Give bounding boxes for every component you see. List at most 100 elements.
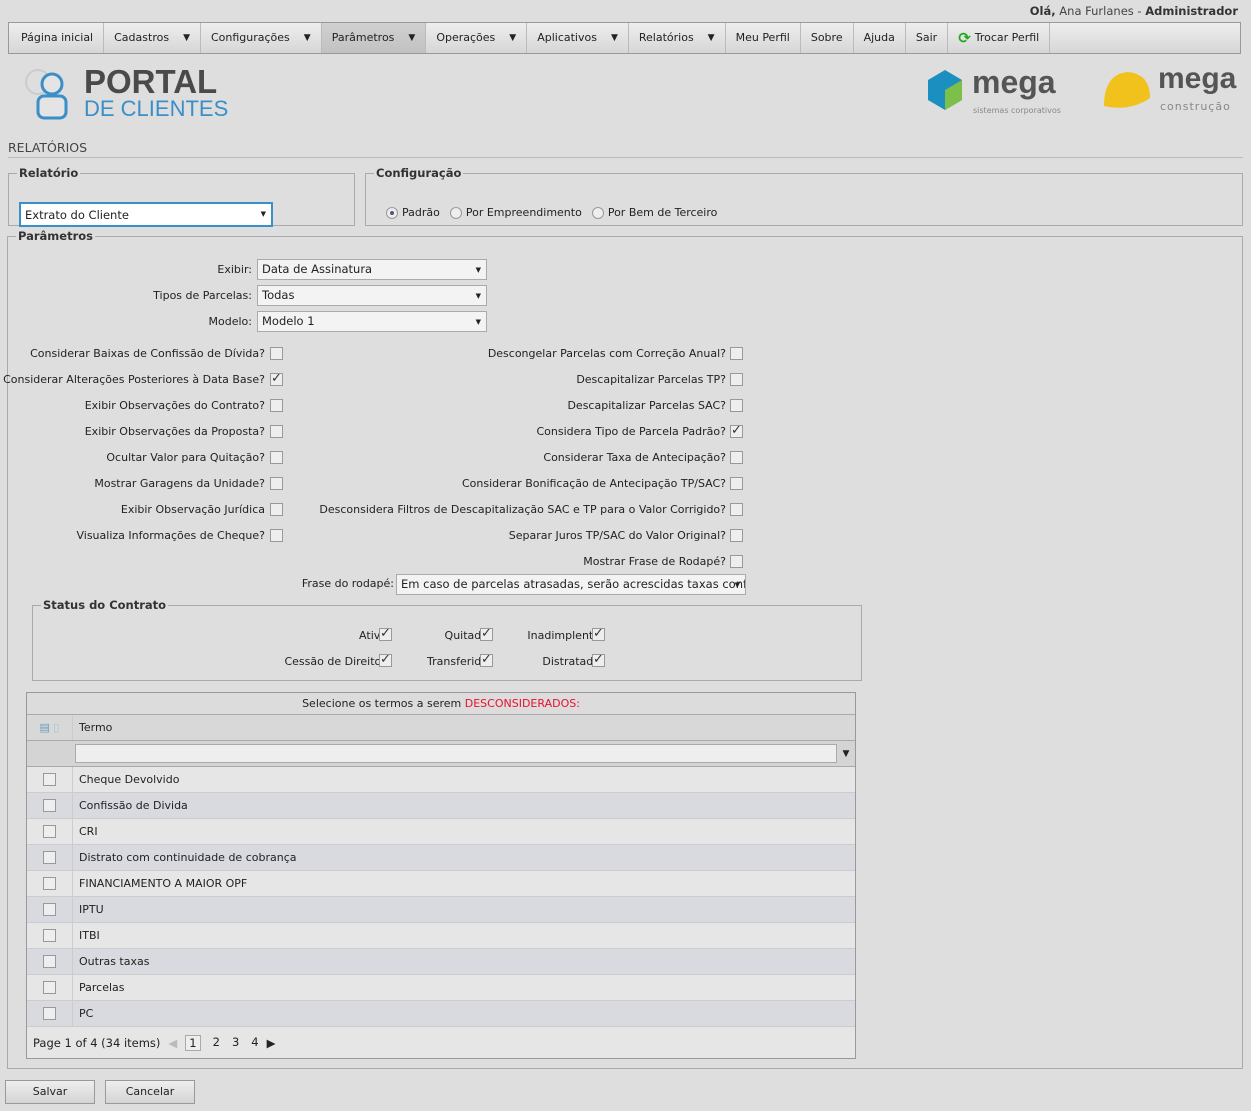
row-checkbox[interactable] xyxy=(43,981,56,994)
row-checkbox[interactable] xyxy=(43,903,56,916)
caption-text: Selecione os termos a serem xyxy=(302,697,465,710)
nav-item-7[interactable]: Meu Perfil xyxy=(726,23,801,53)
nav-item-8[interactable]: Sobre xyxy=(801,23,854,53)
nav-item-5[interactable]: Aplicativos ▼ xyxy=(527,23,629,53)
left-option-checkbox[interactable] xyxy=(270,425,283,438)
footer-phrase-input[interactable]: Em caso de parcelas atrasadas, serão acr… xyxy=(396,574,746,595)
table-row[interactable]: PC xyxy=(27,1001,855,1027)
row-checkbox-cell[interactable] xyxy=(27,923,73,948)
row-checkbox-cell[interactable] xyxy=(27,767,73,792)
row-checkbox[interactable] xyxy=(43,929,56,942)
radio-icon[interactable] xyxy=(386,206,398,219)
next-page-icon[interactable]: ▶ xyxy=(267,1036,276,1050)
config-radio-1[interactable]: Por Empreendimento xyxy=(449,206,582,219)
right-option-label: Descapitalizar Parcelas SAC? xyxy=(567,399,726,412)
status-checkbox[interactable]: ✓ xyxy=(592,627,605,641)
param-select-2[interactable]: Modelo 1 xyxy=(257,311,487,332)
row-checkbox[interactable] xyxy=(43,1007,56,1020)
row-checkbox-cell[interactable] xyxy=(27,793,73,818)
table-row[interactable]: Cheque Devolvido xyxy=(27,767,855,793)
filter-input[interactable] xyxy=(75,744,837,763)
column-termo[interactable]: Termo xyxy=(73,721,112,734)
right-option-checkbox[interactable] xyxy=(730,555,743,568)
nav-label: Cadastros xyxy=(114,31,170,44)
table-row[interactable]: ITBI xyxy=(27,923,855,949)
radio-label: Padrão xyxy=(402,206,440,219)
page-link[interactable]: 3 xyxy=(232,1035,239,1051)
left-option-checkbox[interactable]: ✓ xyxy=(270,372,283,386)
row-checkbox[interactable] xyxy=(43,825,56,838)
row-checkbox-cell[interactable] xyxy=(27,949,73,974)
mega-wordmark: mega xyxy=(972,64,1056,100)
right-option-checkbox[interactable]: ✓ xyxy=(730,424,743,438)
filter-icon[interactable]: ▼ xyxy=(837,749,855,759)
hard-hat-icon xyxy=(1104,72,1150,108)
table-row[interactable]: Distrato com continuidade de cobrança xyxy=(27,845,855,871)
right-option-checkbox[interactable] xyxy=(730,503,743,516)
relatorio-fieldset: Relatório Extrato do Cliente xyxy=(8,166,355,227)
right-option-checkbox[interactable] xyxy=(730,399,743,412)
row-checkbox-cell[interactable] xyxy=(27,1001,73,1026)
row-checkbox-cell[interactable] xyxy=(27,819,73,844)
left-option-label: Visualiza Informações de Cheque? xyxy=(76,529,265,542)
left-option-checkbox[interactable] xyxy=(270,503,283,516)
left-option-checkbox[interactable] xyxy=(270,529,283,542)
page-title: RELATÓRIOS xyxy=(8,140,88,155)
left-option-checkbox[interactable] xyxy=(270,451,283,464)
row-checkbox[interactable] xyxy=(43,877,56,890)
prev-page-icon[interactable]: ◀ xyxy=(168,1036,177,1050)
config-radio-0[interactable]: Padrão xyxy=(386,206,440,219)
param-select-1[interactable]: Todas xyxy=(257,285,487,306)
row-checkbox-cell[interactable] xyxy=(27,897,73,922)
left-option-checkbox[interactable] xyxy=(270,399,283,412)
table-row[interactable]: IPTU xyxy=(27,897,855,923)
unselect-icon[interactable]: ▯ xyxy=(53,721,59,734)
greeting: Olá, xyxy=(1029,4,1056,18)
nav-item-9[interactable]: Ajuda xyxy=(854,23,906,53)
right-option-checkbox[interactable] xyxy=(730,529,743,542)
right-option-checkbox[interactable] xyxy=(730,451,743,464)
nav-item-3[interactable]: Parâmetros ▼ xyxy=(321,23,427,53)
row-checkbox[interactable] xyxy=(43,799,56,812)
left-option-checkbox[interactable] xyxy=(270,477,283,490)
table-row[interactable]: Parcelas xyxy=(27,975,855,1001)
right-option-checkbox[interactable] xyxy=(730,373,743,386)
row-checkbox-cell[interactable] xyxy=(27,871,73,896)
nav-item-1[interactable]: Cadastros ▼ xyxy=(104,23,201,53)
nav-item-0[interactable]: Página inicial xyxy=(11,23,105,53)
config-radio-2[interactable]: Por Bem de Terceiro xyxy=(591,206,717,219)
radio-label: Por Empreendimento xyxy=(465,206,582,219)
row-checkbox-cell[interactable] xyxy=(27,845,73,870)
page-link[interactable]: 1 xyxy=(185,1035,201,1051)
nav-item-4[interactable]: Operações ▼ xyxy=(426,23,528,53)
nav-item-11[interactable]: ⟳ Trocar Perfil xyxy=(948,23,1051,53)
left-option-checkbox[interactable] xyxy=(270,347,283,360)
select-all-icons[interactable]: ▤ ▯ xyxy=(27,715,73,740)
relatorio-select[interactable]: Extrato do Cliente xyxy=(19,202,273,227)
right-option-checkbox[interactable] xyxy=(730,347,743,360)
param-select-0[interactable]: Data de Assinatura xyxy=(257,259,487,280)
page-link[interactable]: 4 xyxy=(251,1035,258,1051)
table-row[interactable]: Outras taxas xyxy=(27,949,855,975)
cancel-button[interactable]: Cancelar xyxy=(105,1080,195,1104)
table-row[interactable]: Confissão de Divida xyxy=(27,793,855,819)
row-checkbox-cell[interactable] xyxy=(27,975,73,1000)
nav-label: Parâmetros xyxy=(331,31,395,44)
select-all-icon[interactable]: ▤ xyxy=(40,721,50,734)
nav-item-2[interactable]: Configurações ▼ xyxy=(201,23,322,53)
row-checkbox[interactable] xyxy=(43,955,56,968)
mega-tagline: sistemas corporativos xyxy=(973,106,1061,115)
table-row[interactable]: CRI xyxy=(27,819,855,845)
row-term: Distrato com continuidade de cobrança xyxy=(79,851,297,864)
row-checkbox[interactable] xyxy=(43,851,56,864)
nav-item-6[interactable]: Relatórios ▼ xyxy=(629,23,726,53)
status-checkbox[interactable]: ✓ xyxy=(592,653,605,667)
right-option-checkbox[interactable] xyxy=(730,477,743,490)
page-link[interactable]: 2 xyxy=(213,1035,220,1051)
radio-icon[interactable] xyxy=(591,206,604,219)
table-row[interactable]: FINANCIAMENTO A MAIOR OPF xyxy=(27,871,855,897)
save-button[interactable]: Salvar xyxy=(5,1080,95,1104)
nav-item-10[interactable]: Sair xyxy=(906,23,949,53)
row-checkbox[interactable] xyxy=(43,773,56,786)
radio-icon[interactable] xyxy=(449,206,462,219)
